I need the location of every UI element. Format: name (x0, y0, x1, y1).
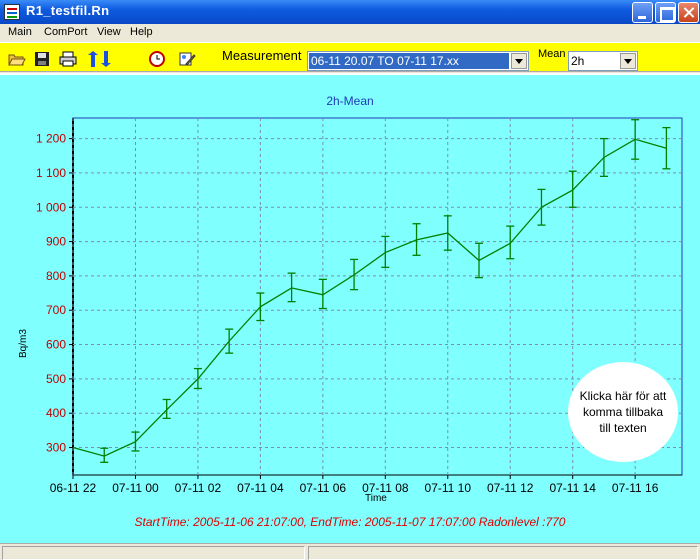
chart-area: 2h-Mean 300 400 500 600 700 800 900 1 000 1 100 1… (0, 73, 700, 543)
y-tick-label: 400 (46, 406, 66, 420)
status-pane-right (308, 546, 698, 560)
x-tick-label: 07-11 00 (112, 481, 159, 495)
error-bar (568, 170, 577, 208)
measurement-label: Measurement (222, 48, 302, 63)
error-bar (350, 258, 359, 291)
save-disk-icon[interactable] (33, 51, 51, 67)
status-bar (0, 543, 700, 560)
footer-info: StartTime: 2005-11-06 21:07:00, EndTime:… (134, 515, 566, 529)
y-tick-label: 600 (46, 338, 66, 352)
maximize-button[interactable] (655, 2, 676, 23)
x-tick-label: 07-11 04 (237, 481, 284, 495)
y-axis-label: Bq/m3 (18, 329, 29, 358)
minimize-button[interactable] (632, 2, 653, 23)
open-folder-icon[interactable] (8, 51, 26, 67)
x-tick-label: 07-11 16 (612, 481, 659, 495)
y-tick-label: 800 (46, 269, 66, 283)
chart-plot: 300 400 500 600 700 800 900 1 000 1 100 1 200 06-1… (36, 117, 683, 495)
error-bar (162, 398, 171, 420)
window-title: R1_testfil.Rn (26, 3, 110, 18)
close-button[interactable] (678, 2, 699, 23)
y-tick-label: 1 100 (36, 166, 66, 180)
menu-view[interactable]: View (97, 26, 121, 38)
error-bar (599, 137, 608, 178)
status-pane-left (2, 546, 305, 560)
menu-help[interactable]: Help (130, 26, 153, 38)
error-bar (537, 188, 546, 226)
title-bar: R1_testfil.Rn (0, 0, 700, 24)
app-icon (4, 4, 20, 20)
back-to-text-bubble[interactable]: Klicka här för att komma tillbaka till t… (568, 362, 678, 462)
x-tick-label: 06-11 22 (50, 481, 97, 495)
chevron-down-icon[interactable] (620, 53, 636, 69)
error-bar (256, 292, 265, 322)
mean-value: 2h (571, 54, 585, 68)
print-icon[interactable] (59, 51, 77, 67)
y-tick-label: 300 (46, 441, 66, 455)
x-tick-label: 07-11 14 (549, 481, 596, 495)
x-axis-label: Time (365, 493, 387, 504)
error-bar (475, 242, 483, 279)
error-bar (225, 328, 234, 354)
x-tick-label: 07-11 10 (425, 481, 472, 495)
x-tick-label: 07-11 06 (300, 481, 347, 495)
y-tick-label: 700 (46, 303, 66, 317)
chevron-down-icon[interactable] (511, 53, 527, 69)
menu-comport[interactable]: ComPort (44, 26, 87, 38)
menu-main[interactable]: Main (8, 26, 32, 38)
measurement-select[interactable]: 06-11 20.07 TO 07-11 17.xx (307, 51, 529, 71)
toolbar: Measurement 06-11 20.07 TO 07-11 17.xx M… (0, 42, 700, 72)
x-tick-label: 07-11 12 (487, 481, 534, 495)
menu-bar: Main ComPort View Help (0, 24, 700, 42)
error-bar (506, 225, 515, 260)
error-bar (131, 431, 140, 452)
measurement-value: 06-11 20.07 TO 07-11 17.xx (309, 53, 509, 69)
transfer-arrows-icon[interactable] (86, 51, 114, 67)
x-tick-label: 07-11 02 (175, 481, 222, 495)
mean-select[interactable]: 2h (568, 51, 638, 71)
settings-icon[interactable] (178, 51, 196, 67)
error-bar (287, 272, 296, 303)
y-tick-label: 900 (46, 235, 66, 249)
y-tick-label: 500 (46, 372, 66, 386)
error-bar (662, 126, 671, 170)
mean-label: Mean (538, 48, 566, 60)
y-tick-label: 1 000 (36, 200, 66, 214)
clock-icon[interactable] (148, 51, 166, 67)
y-tick-label: 1 200 (36, 132, 66, 146)
